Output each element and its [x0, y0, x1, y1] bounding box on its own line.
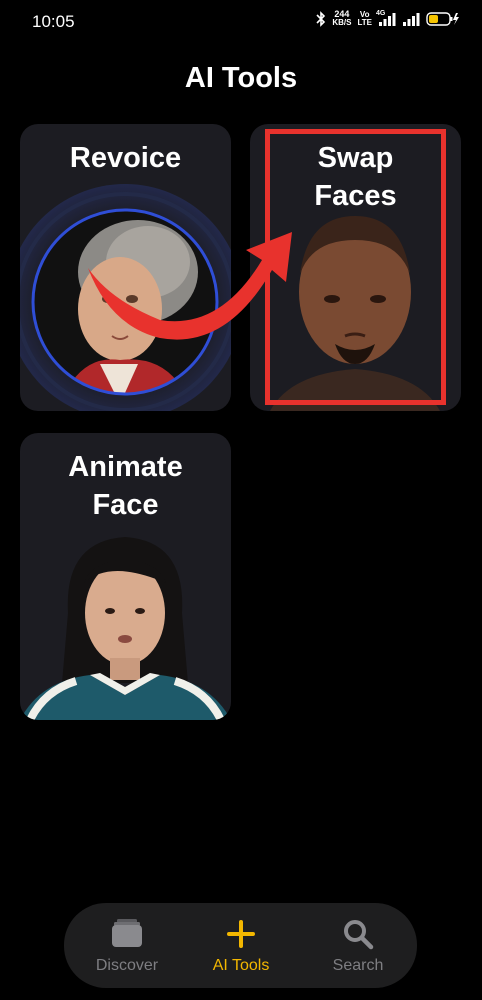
- volte-icon: Vo LTE: [357, 10, 372, 27]
- search-icon: [342, 918, 374, 955]
- bluetooth-icon: [316, 10, 326, 27]
- volte-bottom: LTE: [357, 17, 372, 27]
- status-icons: 244 KB/S Vo LTE 4G: [316, 10, 460, 27]
- nav-label-ai-tools: AI Tools: [212, 957, 270, 974]
- status-time: 10:05: [32, 12, 75, 31]
- nav-item-discover[interactable]: Discover: [72, 903, 182, 988]
- revoice-title: Revoice: [69, 142, 182, 174]
- net-speed-unit: KB/S: [332, 18, 352, 27]
- swap-faces-card[interactable]: Swap Faces: [250, 124, 461, 411]
- swap-faces-title-line1: Swap: [317, 142, 394, 174]
- nav-item-ai-tools[interactable]: AI Tools: [186, 903, 296, 988]
- signal-icon: [402, 12, 420, 26]
- nav-item-search[interactable]: Search: [303, 903, 413, 988]
- animate-face-title-line2: Face: [92, 489, 159, 521]
- net-speed: 244 KB/S: [332, 10, 351, 27]
- nav-label-discover: Discover: [95, 957, 159, 974]
- plus-icon: [225, 918, 257, 955]
- page-title: AI Tools: [184, 62, 298, 94]
- swap-faces-title-line2: Faces: [314, 180, 397, 212]
- revoice-card[interactable]: Revoice: [20, 124, 231, 411]
- bottom-nav: Discover AI Tools Search: [64, 903, 417, 988]
- nav-label-search: Search: [332, 957, 384, 974]
- stack-icon: [111, 918, 143, 953]
- status-bar: 10:05 244 KB/S Vo LTE 4G: [0, 0, 482, 44]
- signal-4g-icon: 4G: [376, 9, 396, 26]
- animate-face-title-line1: Animate: [68, 451, 183, 483]
- animate-face-card[interactable]: Animate Face: [20, 433, 231, 720]
- network-type: 4G: [376, 9, 386, 17]
- battery-icon: [426, 11, 460, 27]
